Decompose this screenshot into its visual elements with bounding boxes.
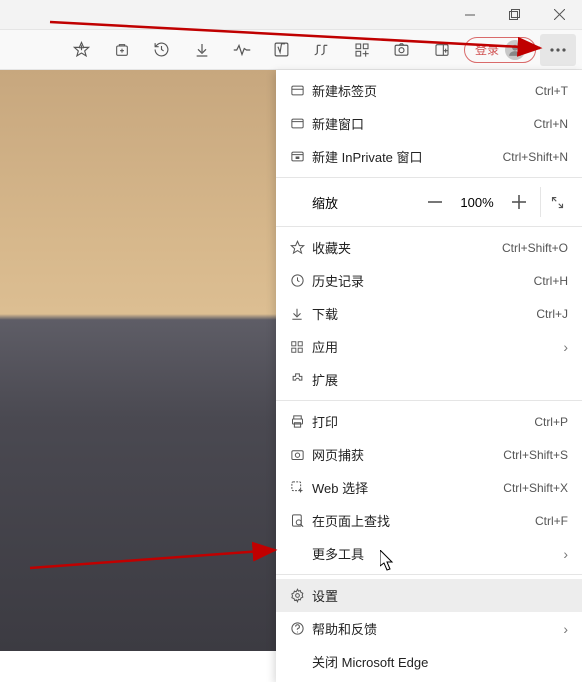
menu-label: 打印: [312, 412, 534, 431]
menu-separator: [276, 400, 582, 401]
menu-label: 扩展: [312, 370, 568, 389]
menu-label: 更多工具: [312, 544, 554, 563]
screenshot-icon[interactable]: [384, 34, 420, 66]
zoom-label: 缩放: [312, 193, 338, 212]
extension-icon: [290, 372, 312, 387]
menu-history[interactable]: 历史记录 Ctrl+H: [276, 264, 582, 297]
menu-label: 新建窗口: [312, 114, 534, 133]
fullscreen-button[interactable]: [540, 187, 574, 217]
menu-label: 应用: [312, 337, 554, 356]
history-icon: [290, 273, 312, 288]
performance-icon[interactable]: [224, 34, 260, 66]
menu-shortcut: Ctrl+P: [534, 415, 568, 429]
menu-label: 在页面上查找: [312, 511, 535, 530]
star-icon: [290, 240, 312, 255]
zoom-in-button[interactable]: [502, 187, 536, 217]
chevron-right-icon: ›: [554, 546, 568, 562]
print-icon: [290, 414, 312, 429]
menu-shortcut: Ctrl+Shift+N: [503, 150, 568, 164]
menu-label: 新建标签页: [312, 81, 535, 100]
menu-new-window[interactable]: 新建窗口 Ctrl+N: [276, 107, 582, 140]
menu-shortcut: Ctrl+J: [536, 307, 568, 321]
menu-separator: [276, 177, 582, 178]
apps-icon: [290, 340, 312, 354]
download-icon: [290, 307, 312, 321]
menu-more-tools[interactable]: 更多工具 ›: [276, 537, 582, 570]
menu-web-capture[interactable]: 网页捕获 Ctrl+Shift+S: [276, 438, 582, 471]
menu-label: 关闭 Microsoft Edge: [312, 652, 568, 671]
gear-icon: [290, 588, 312, 603]
new-tab-icon: [290, 83, 312, 98]
avatar-icon: [505, 40, 525, 60]
favorites-icon[interactable]: [64, 34, 100, 66]
menu-label: 帮助和反馈: [312, 619, 554, 638]
page-content: [0, 70, 276, 651]
menu-shortcut: Ctrl+H: [534, 274, 568, 288]
menu-shortcut: Ctrl+F: [535, 514, 568, 528]
close-window-button[interactable]: [537, 0, 582, 29]
sidebar-icon[interactable]: [424, 34, 460, 66]
menu-downloads[interactable]: 下载 Ctrl+J: [276, 297, 582, 330]
menu-apps[interactable]: 应用 ›: [276, 330, 582, 363]
window-titlebar: [0, 0, 582, 30]
citations-icon[interactable]: [304, 34, 340, 66]
menu-label: 收藏夹: [312, 238, 502, 257]
menu-label: 下载: [312, 304, 536, 323]
web-select-icon: [290, 480, 312, 495]
menu-label: Web 选择: [312, 478, 503, 497]
find-icon: [290, 513, 312, 528]
capture-icon: [290, 447, 312, 462]
menu-shortcut: Ctrl+Shift+X: [503, 481, 568, 495]
menu-find[interactable]: 在页面上查找 Ctrl+F: [276, 504, 582, 537]
chevron-right-icon: ›: [554, 339, 568, 355]
zoom-out-button[interactable]: [418, 187, 452, 217]
menu-separator: [276, 226, 582, 227]
menu-favorites[interactable]: 收藏夹 Ctrl+Shift+O: [276, 231, 582, 264]
menu-label: 网页捕获: [312, 445, 503, 464]
menu-label: 新建 InPrivate 窗口: [312, 147, 503, 166]
menu-shortcut: Ctrl+Shift+S: [503, 448, 568, 462]
menu-separator: [276, 574, 582, 575]
maximize-button[interactable]: [492, 0, 537, 29]
menu-new-tab[interactable]: 新建标签页 Ctrl+T: [276, 74, 582, 107]
new-window-icon: [290, 116, 312, 131]
menu-new-inprivate[interactable]: 新建 InPrivate 窗口 Ctrl+Shift+N: [276, 140, 582, 173]
menu-extensions[interactable]: 扩展: [276, 363, 582, 396]
menu-close-edge[interactable]: 关闭 Microsoft Edge: [276, 645, 582, 678]
menu-print[interactable]: 打印 Ctrl+P: [276, 405, 582, 438]
collections-icon[interactable]: [104, 34, 140, 66]
inprivate-icon: [290, 149, 312, 164]
minimize-button[interactable]: [447, 0, 492, 29]
help-icon: [290, 621, 312, 636]
menu-shortcut: Ctrl+T: [535, 84, 568, 98]
downloads-icon[interactable]: [184, 34, 220, 66]
menu-shortcut: Ctrl+Shift+O: [502, 241, 568, 255]
toolbar: 登录: [0, 30, 582, 70]
apps-icon[interactable]: [344, 34, 380, 66]
menu-label: 设置: [312, 586, 568, 605]
cursor-icon: [380, 550, 398, 572]
menu-zoom: 缩放 100%: [276, 182, 582, 222]
menu-settings[interactable]: 设置: [276, 579, 582, 612]
login-label: 登录: [475, 41, 499, 58]
menu-help[interactable]: 帮助和反馈 ›: [276, 612, 582, 645]
math-icon[interactable]: [264, 34, 300, 66]
menu-web-select[interactable]: Web 选择 Ctrl+Shift+X: [276, 471, 582, 504]
menu-shortcut: Ctrl+N: [534, 117, 568, 131]
menu-label: 历史记录: [312, 271, 534, 290]
more-button[interactable]: [540, 34, 576, 66]
zoom-value: 100%: [452, 195, 502, 210]
chevron-right-icon: ›: [554, 621, 568, 637]
login-chip[interactable]: 登录: [464, 37, 536, 63]
history-icon[interactable]: [144, 34, 180, 66]
settings-menu: 新建标签页 Ctrl+T 新建窗口 Ctrl+N 新建 InPrivate 窗口…: [276, 70, 582, 682]
